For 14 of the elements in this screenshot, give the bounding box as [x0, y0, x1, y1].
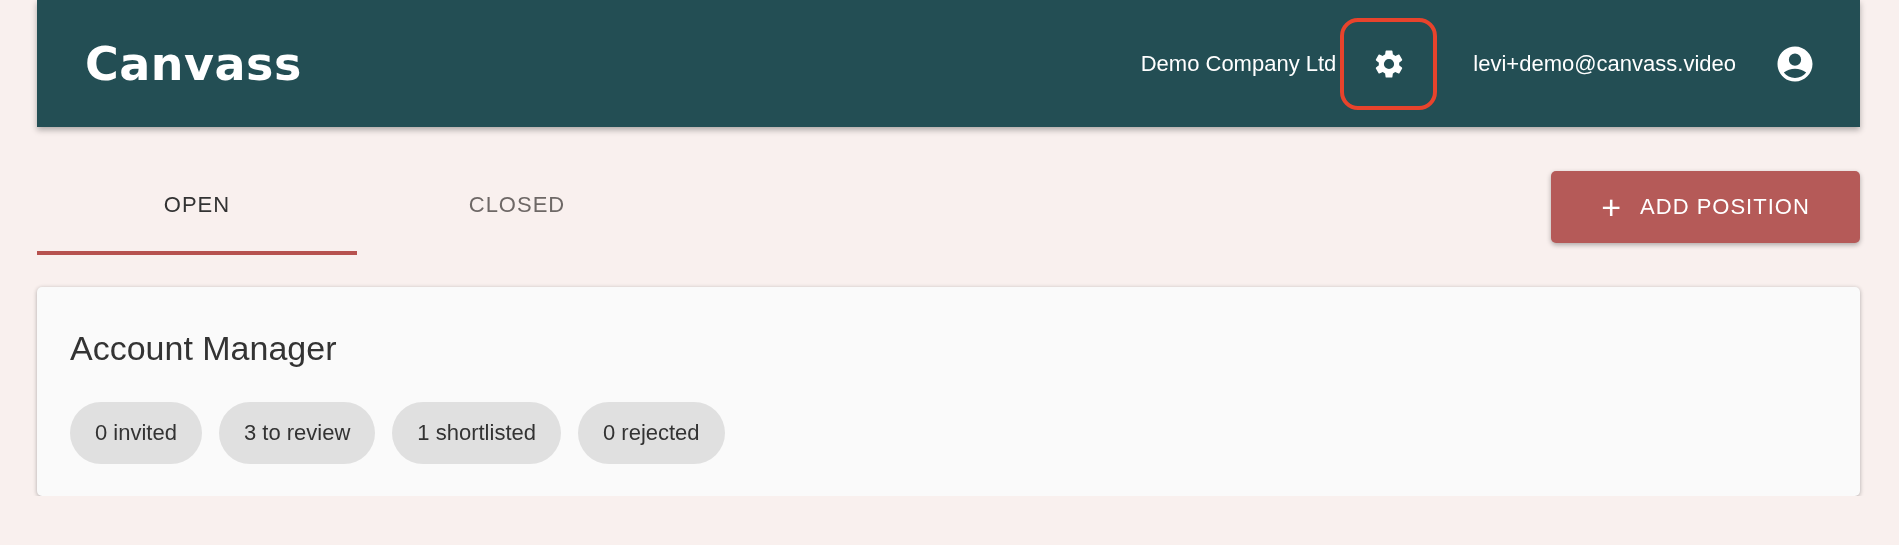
plus-icon: + — [1601, 190, 1623, 224]
status-chip[interactable]: 0 invited — [70, 402, 202, 464]
company-name[interactable]: Demo Company Ltd — [1140, 50, 1337, 77]
tab[interactable]: CLOSED — [357, 171, 677, 255]
position-title: Account Manager — [70, 329, 338, 368]
status-chip[interactable]: 3 to review — [218, 402, 376, 464]
position-card[interactable]: Account Manager 0 invited 3 to review 1 shortlisted 0 rejected — [37, 287, 1860, 496]
user-email[interactable]: levi+demo@canvass.video — [1473, 50, 1736, 77]
tab[interactable]: OPEN — [37, 171, 357, 255]
settings-button[interactable] — [1340, 17, 1438, 110]
status-chip[interactable]: 0 rejected — [577, 402, 725, 464]
app-logo[interactable]: Canvass — [85, 36, 302, 91]
status-chip[interactable]: 1 shortlisted — [392, 402, 561, 464]
add-position-button[interactable]: + ADD POSITION — [1551, 171, 1860, 243]
